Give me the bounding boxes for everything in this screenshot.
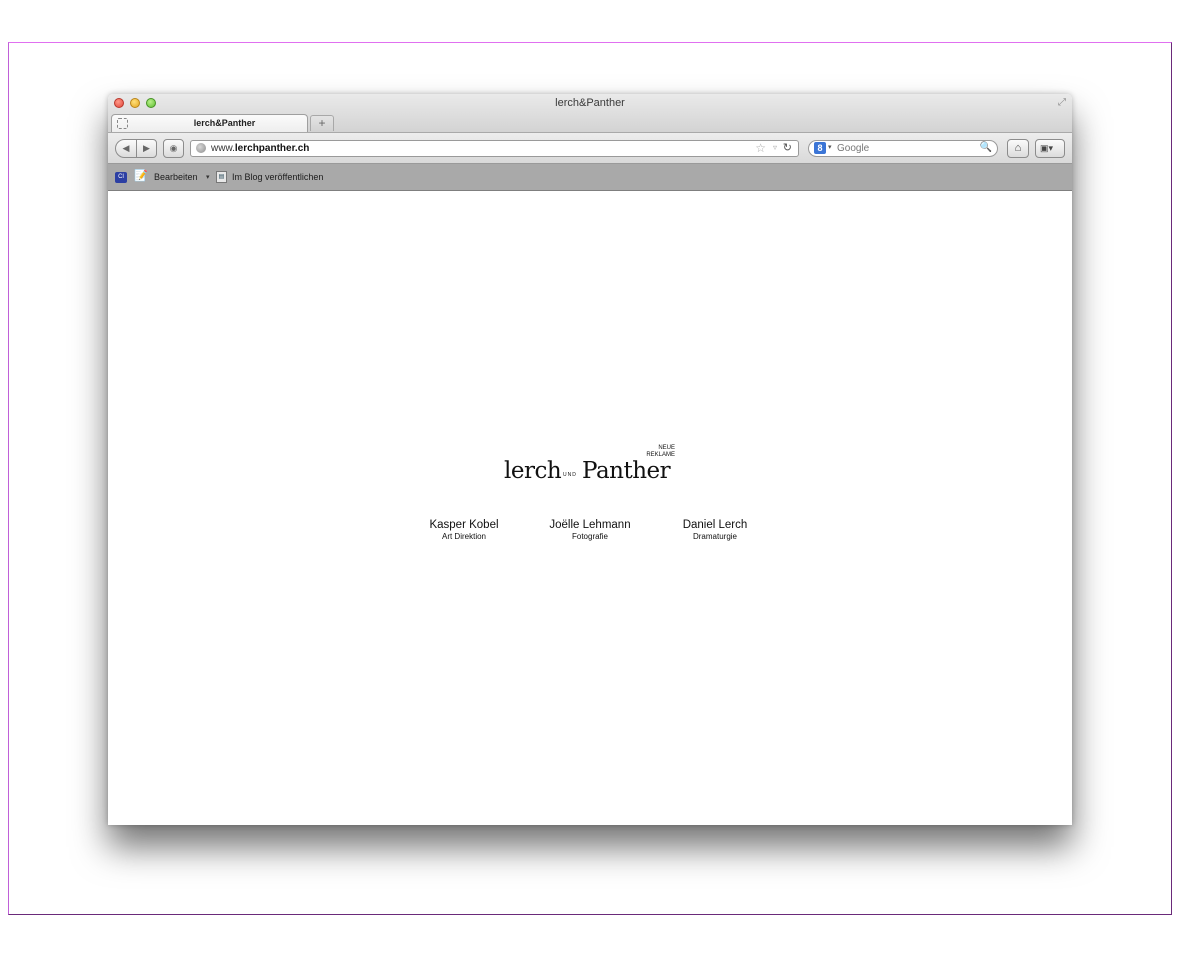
search-placeholder: Google	[837, 143, 870, 154]
bookmark-im-blog[interactable]: Im Blog veröffentlichen	[232, 172, 323, 182]
forward-button[interactable]: ▶	[136, 139, 157, 158]
title-bar: lerch&Panther ⤢ lerch&Panther +	[108, 94, 1072, 132]
edit-pencil-icon: 📝	[134, 170, 148, 182]
person-name: Daniel Lerch	[682, 519, 748, 531]
favicon-placeholder-icon	[117, 118, 128, 129]
person-role: Art Direktion	[441, 532, 486, 541]
new-tab-button[interactable]: +	[310, 115, 334, 131]
google-icon[interactable]: 8	[814, 142, 826, 154]
top-sites-button[interactable]: ◉	[163, 139, 184, 158]
bookmarks-bar: Cl 📝 Bearbeiten ▾ ▤ Im Blog veröffentlic…	[108, 164, 1072, 191]
logo-word-panther: Panther	[582, 458, 671, 484]
history-dropdown-icon[interactable]: ▿	[773, 143, 777, 152]
url-prefix: www.	[211, 143, 235, 154]
logo-tagline: NEUE REKLAME	[645, 445, 675, 459]
bookmark-caret-icon[interactable]: ▾	[206, 173, 210, 181]
url-text[interactable]: www.lerchpanther.ch	[211, 143, 309, 154]
fullscreen-icon[interactable]: ⤢	[1058, 97, 1066, 108]
logo-connector: UND	[563, 472, 577, 478]
logo-tagline-line1: NEUE	[658, 445, 675, 451]
globe-icon	[196, 143, 206, 153]
reload-icon[interactable]: ↻	[783, 141, 792, 154]
logo-tagline-line2: REKLAME	[646, 452, 675, 458]
top-sites-icon: ◉	[169, 143, 178, 153]
window-title: lerch&Panther	[555, 97, 625, 109]
tab-label: lerch&Panther	[193, 118, 256, 128]
person-role: Dramaturgie	[692, 532, 737, 541]
search-bar[interactable]: 8 ▾ Google 🔍	[808, 140, 998, 157]
browser-window: lerch&Panther ⤢ lerch&Panther + ◀ ▶ ◉ ww…	[108, 94, 1072, 825]
home-button[interactable]: ⌂	[1007, 139, 1029, 158]
search-icon[interactable]: 🔍	[980, 142, 992, 153]
blog-icon: ▤	[216, 171, 227, 183]
search-engine-caret-icon[interactable]: ▾	[828, 143, 832, 151]
extension-button[interactable]: ▣▾	[1035, 139, 1065, 158]
person-kasper-kobel[interactable]: Kasper Kobel Art Direktion	[394, 519, 534, 542]
lerch-panther-logo[interactable]: lerch UND Panther NEUE REKLAME	[504, 445, 684, 495]
person-name: Joëlle Lehmann	[549, 519, 631, 531]
forward-arrow-icon: ▶	[143, 143, 150, 153]
back-arrow-icon: ◀	[122, 143, 130, 153]
bookmark-star-icon[interactable]: ☆	[755, 141, 766, 155]
address-bar[interactable]: www.lerchpanther.ch ☆ ▿ ↻	[190, 140, 799, 157]
person-joelle-lehmann[interactable]: Joëlle Lehmann Fotografie	[520, 519, 660, 542]
person-role: Fotografie	[571, 532, 609, 541]
person-name: Kasper Kobel	[429, 519, 499, 531]
web-page-content: lerch UND Panther NEUE REKLAME Kasper Ko…	[108, 191, 1072, 825]
logo-word-lerch: lerch	[504, 458, 562, 484]
navigation-toolbar: ◀ ▶ ◉ www.lerchpanther.ch ☆ ▿ ↻ 8 ▾ Goog…	[108, 132, 1072, 164]
bookmark-bearbeiten[interactable]: Bearbeiten	[154, 172, 198, 182]
extension-icon: ▣▾	[1040, 143, 1054, 153]
home-icon: ⌂	[1014, 142, 1022, 154]
back-button[interactable]: ◀	[115, 139, 137, 158]
tab-active[interactable]: lerch&Panther	[111, 114, 308, 132]
person-daniel-lerch[interactable]: Daniel Lerch Dramaturgie	[645, 519, 785, 542]
url-domain: lerchpanther.ch	[234, 143, 310, 154]
cl-bookmark-icon[interactable]: Cl	[115, 172, 127, 183]
